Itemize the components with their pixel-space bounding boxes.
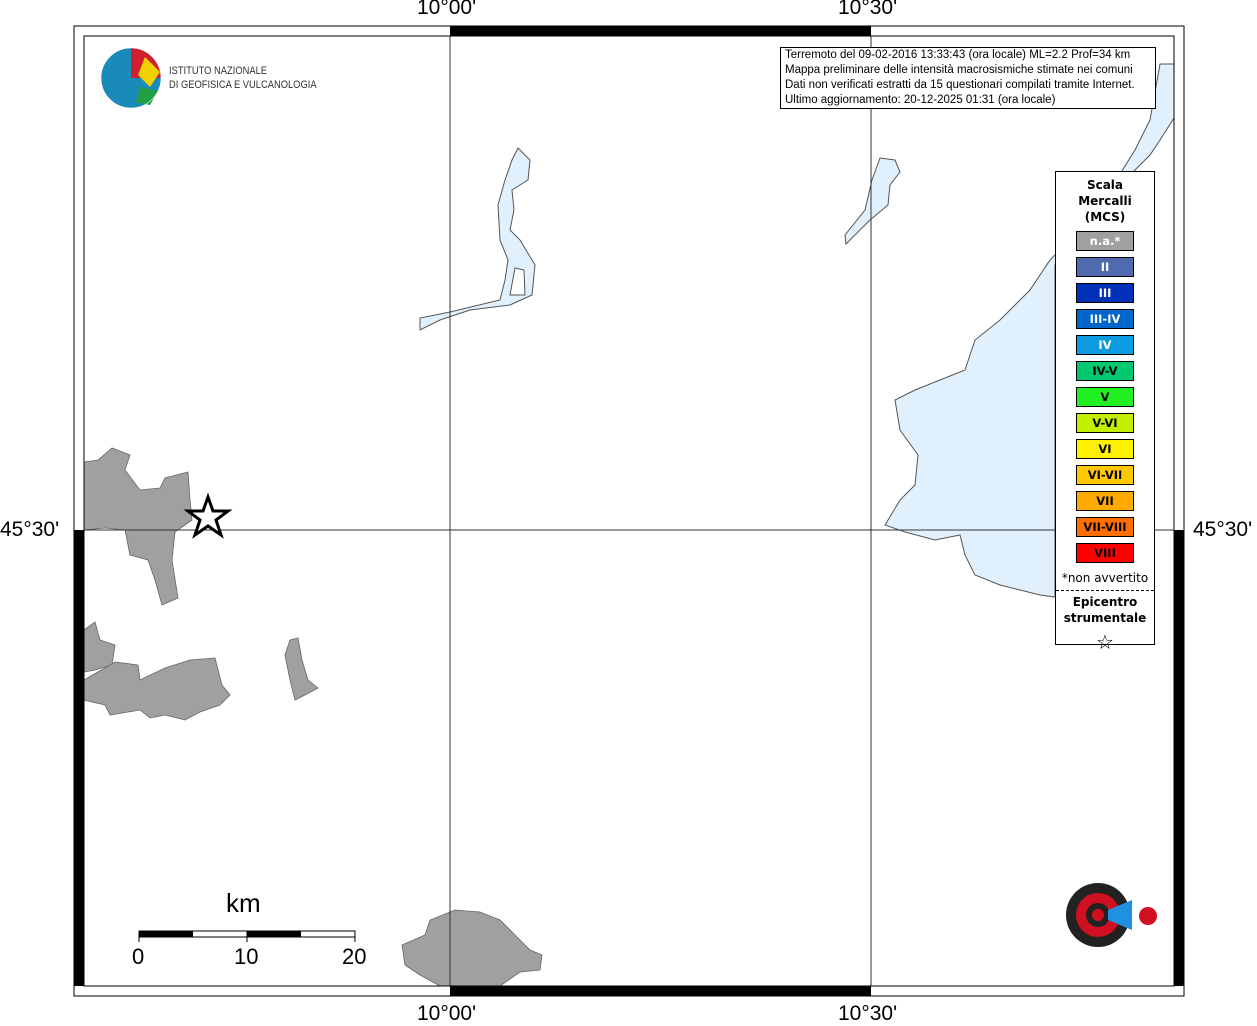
info-line: Ultimo aggiornamento: 20-12-2025 01:31 (…: [785, 94, 1056, 106]
scale-label: 0: [132, 944, 145, 969]
legend-item: n.a.*: [1076, 231, 1134, 251]
intensity-legend: Scala Mercalli (MCS) n.a.* II III III-IV IV I…: [1055, 171, 1155, 654]
legend-item: VIII: [1076, 543, 1134, 563]
legend-item: III-IV: [1076, 309, 1134, 329]
epicenter-label-line: strumentale: [1063, 611, 1147, 625]
epicenter-star-icon: [183, 492, 233, 539]
legend-item: IV-V: [1076, 361, 1134, 381]
tick-left-lat: 45°30': [0, 518, 60, 541]
legend-star-icon: ☆: [1096, 630, 1114, 654]
scale-label: 20: [342, 944, 367, 969]
legend-note: *non avvertito: [1061, 571, 1149, 585]
legend-item: VI-VII: [1076, 465, 1134, 485]
ingv-logo: [100, 47, 164, 113]
hsit-logo: [1066, 883, 1157, 947]
scale-unit: km: [226, 888, 261, 918]
scale-label: 10: [234, 944, 259, 969]
lake-iseo: [419, 147, 536, 331]
legend-item: VII-VIII: [1076, 517, 1134, 537]
legend-item: VI: [1076, 439, 1134, 459]
epicenter-label: Epicentro strumentale: [1056, 594, 1154, 626]
municipalities: [83, 447, 543, 987]
legend-divider: [1056, 590, 1154, 591]
epicenter-label-line: Epicentro: [1072, 595, 1138, 609]
logo-line: DI GEOFISICA E VULCANOLOGIA: [169, 79, 317, 91]
municipality: [284, 637, 319, 701]
tick-top-lon: 10°00': [417, 0, 477, 19]
legend-item: VII: [1076, 491, 1134, 511]
municipality: [83, 657, 231, 721]
legend-item: IV: [1076, 335, 1134, 355]
legend-item: III: [1076, 283, 1134, 303]
legend-title-line: Mercalli: [1078, 194, 1132, 208]
legend-item: V-VI: [1076, 413, 1134, 433]
municipality: [83, 447, 193, 606]
info-line: Dati non verificati estratti da 15 quest…: [785, 79, 1135, 91]
legend-title: Scala Mercalli (MCS): [1056, 177, 1154, 225]
legend-item: II: [1076, 257, 1134, 277]
tick-right-lat: 45°30': [1193, 518, 1253, 541]
legend-title-line: (MCS): [1084, 210, 1126, 224]
municipality: [401, 909, 543, 987]
lake-idro: [844, 157, 901, 246]
tick-bottom-lon: 10°30': [838, 1002, 898, 1025]
globe-icon: [100, 47, 162, 109]
event-info-box: Terremoto del 09-02-2016 13:33:43 (ora l…: [780, 47, 1156, 109]
legend-item: V: [1076, 387, 1134, 407]
legend-title-line: Scala: [1086, 178, 1124, 192]
tick-top-lon: 10°30': [838, 0, 898, 19]
scale-bar: [138, 930, 356, 942]
tick-bottom-lon: 10°00': [417, 1002, 477, 1025]
ingv-logo-text: ISTITUTO NAZIONALE DI GEOFISICA E VULCAN…: [169, 64, 317, 92]
info-line: Mappa preliminare delle intensità macros…: [785, 64, 1133, 76]
info-line: Terremoto del 09-02-2016 13:33:43 (ora l…: [785, 49, 1131, 61]
legend-items: n.a.* II III III-IV IV IV-V V V-VI VI VI-VII VII VI…: [1056, 231, 1154, 563]
logo-line: ISTITUTO NAZIONALE: [169, 65, 268, 77]
